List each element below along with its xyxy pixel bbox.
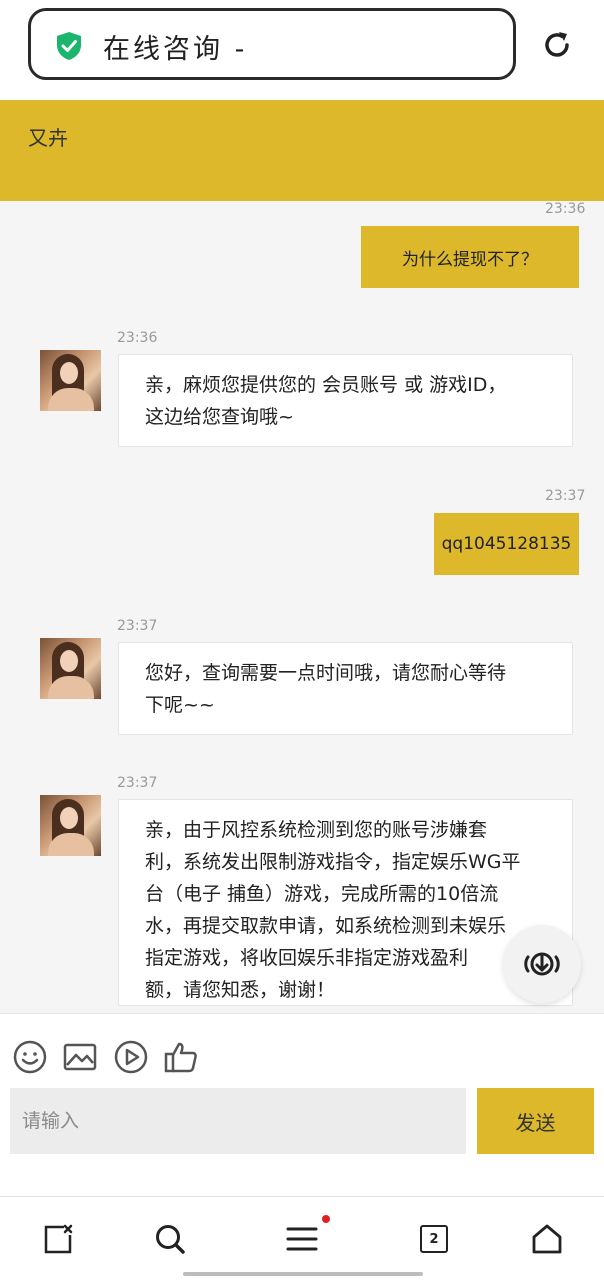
message-line: 下呢~~ bbox=[145, 694, 215, 716]
thumbs-up-icon[interactable] bbox=[164, 1040, 198, 1074]
agent-avatar bbox=[40, 350, 101, 411]
browser-toolbar: 在线咨询 - bbox=[0, 0, 604, 100]
message-timestamp: 23:36 bbox=[117, 330, 158, 346]
message-bubble-outgoing: qq1045128135 bbox=[434, 513, 579, 575]
browser-navbar: 2 bbox=[0, 1196, 604, 1280]
emoji-icon[interactable] bbox=[13, 1040, 47, 1074]
home-icon[interactable] bbox=[531, 1223, 563, 1255]
message-line: 指定游戏，将收回娱乐非指定游戏盈利 bbox=[145, 947, 469, 969]
composer: 发送 bbox=[0, 1013, 604, 1196]
message-bubble-incoming: 您好，查询需要一点时间哦，请您耐心等待 下呢~~ bbox=[118, 642, 573, 735]
gesture-bar bbox=[183, 1272, 423, 1276]
close-tab-icon[interactable] bbox=[42, 1223, 74, 1255]
message-input[interactable] bbox=[10, 1088, 466, 1154]
message-line: 额，请您知悉，谢谢！ bbox=[145, 979, 336, 1001]
message-text: qq1045128135 bbox=[441, 534, 572, 554]
message-bubble-outgoing: 为什么提现不了？ bbox=[361, 226, 579, 288]
message-bubble-incoming: 亲，麻烦您提供您的 会员账号 或 游戏ID， 这边给您查询哦~ bbox=[118, 354, 573, 447]
menu-icon[interactable] bbox=[286, 1223, 318, 1255]
agent-name: 又卉 bbox=[28, 126, 68, 150]
message-line: 台（电子 捕鱼）游戏，完成所需的10倍流 bbox=[145, 883, 499, 905]
download-icon bbox=[524, 952, 560, 976]
message-line: 利，系统发出限制游戏指令，指定娱乐WG平 bbox=[145, 851, 521, 873]
message-timestamp: 23:36 bbox=[545, 201, 586, 217]
notification-dot bbox=[322, 1215, 330, 1223]
message-line: 这边给您查询哦~ bbox=[145, 406, 294, 428]
message-line: 水，再提交取款申请，如系统检测到未娱乐 bbox=[145, 915, 507, 937]
reload-icon[interactable] bbox=[540, 28, 574, 62]
message-timestamp: 23:37 bbox=[117, 618, 158, 634]
address-bar[interactable]: 在线咨询 - bbox=[28, 8, 516, 80]
message-input-wrapper bbox=[10, 1088, 466, 1154]
image-icon[interactable] bbox=[63, 1040, 97, 1074]
message-line: 亲，麻烦您提供您的 会员账号 或 游戏ID， bbox=[145, 374, 507, 396]
agent-avatar bbox=[40, 638, 101, 699]
agent-avatar bbox=[40, 795, 101, 856]
chat-header: 又卉 bbox=[0, 100, 604, 201]
download-float-button[interactable] bbox=[503, 925, 581, 1003]
message-line: 您好，查询需要一点时间哦，请您耐心等待 bbox=[145, 662, 507, 684]
tab-count: 2 bbox=[420, 1225, 448, 1253]
message-timestamp: 23:37 bbox=[117, 775, 158, 791]
message-list[interactable]: 23:36 为什么提现不了？ 23:36 亲，麻烦您提供您的 会员账号 或 游戏… bbox=[0, 201, 604, 1013]
video-icon[interactable] bbox=[114, 1040, 148, 1074]
tabs-icon[interactable]: 2 bbox=[420, 1225, 452, 1257]
page-title: 在线咨询 - bbox=[103, 34, 248, 65]
search-icon[interactable] bbox=[154, 1223, 186, 1255]
send-button[interactable]: 发送 bbox=[477, 1088, 594, 1154]
shield-check-icon bbox=[57, 32, 81, 60]
message-timestamp: 23:37 bbox=[545, 488, 586, 504]
message-line: 亲，由于风控系统检测到您的账号涉嫌套 bbox=[145, 819, 488, 841]
message-text: 为什么提现不了？ bbox=[402, 249, 538, 270]
